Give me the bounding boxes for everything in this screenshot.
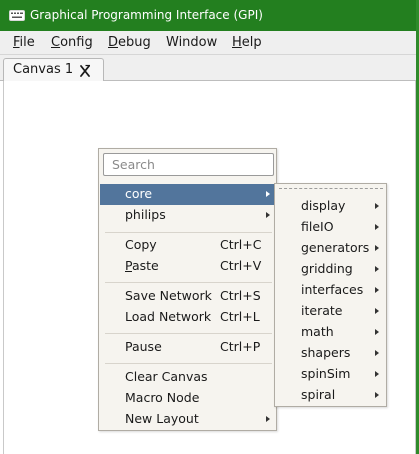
context-menu: core philips Copy Ctrl+C Paste Ctrl+V Sa…: [98, 148, 277, 431]
chevron-right-icon: [266, 191, 270, 197]
chevron-right-icon: [375, 392, 379, 398]
menu-separator: [105, 282, 272, 283]
app-icon: [9, 10, 25, 21]
chevron-right-icon: [375, 371, 379, 377]
menu-config[interactable]: Config: [51, 35, 93, 50]
menu-item-macro-node[interactable]: Macro Node: [100, 388, 276, 409]
chevron-right-icon: [375, 308, 379, 314]
shortcut-label: Ctrl+L: [220, 309, 260, 324]
chevron-right-icon: [266, 212, 270, 218]
submenu-item-shapers[interactable]: shapers: [276, 343, 386, 364]
submenu-item-gridding[interactable]: gridding: [276, 259, 386, 280]
menu-file[interactable]: File: [13, 35, 35, 50]
menu-item-paste[interactable]: Paste Ctrl+V: [100, 256, 276, 277]
menu-item-core[interactable]: core: [100, 184, 276, 205]
chevron-right-icon: [375, 266, 379, 272]
submenu-item-fileio[interactable]: fileIO: [276, 217, 386, 238]
chevron-right-icon: [375, 224, 379, 230]
chevron-right-icon: [375, 350, 379, 356]
menu-item-load-network[interactable]: Load Network Ctrl+L: [100, 307, 276, 328]
chevron-right-icon: [375, 287, 379, 293]
menu-separator: [105, 333, 272, 334]
close-icon[interactable]: [78, 64, 92, 78]
menu-separator: [105, 232, 272, 233]
chevron-right-icon: [375, 329, 379, 335]
menu-bar: File Config Debug Window Help: [0, 31, 419, 55]
menu-item-pause[interactable]: Pause Ctrl+P: [100, 337, 276, 358]
menu-item-save-network[interactable]: Save Network Ctrl+S: [100, 286, 276, 307]
submenu-item-math[interactable]: math: [276, 322, 386, 343]
chevron-right-icon: [375, 245, 379, 251]
submenu-item-generators[interactable]: generators: [276, 238, 386, 259]
shortcut-label: Ctrl+C: [220, 237, 262, 252]
window-title: Graphical Programming Interface (GPI): [30, 8, 263, 22]
submenu-item-interfaces[interactable]: interfaces: [276, 280, 386, 301]
tab-strip: Canvas 1: [0, 55, 419, 82]
submenu-item-iterate[interactable]: iterate: [276, 301, 386, 322]
menu-item-new-layout[interactable]: New Layout: [100, 409, 276, 430]
shortcut-label: Ctrl+P: [220, 339, 261, 354]
title-bar: Graphical Programming Interface (GPI): [0, 0, 419, 31]
tab-canvas-1[interactable]: Canvas 1: [3, 58, 104, 82]
submenu-core: display fileIO generators gridding inter…: [274, 183, 387, 407]
chevron-right-icon: [375, 203, 379, 209]
submenu-item-spinsim[interactable]: spinSim: [276, 364, 386, 385]
menu-item-philips[interactable]: philips: [100, 205, 276, 226]
menu-help[interactable]: Help: [232, 35, 262, 50]
menu-separator: [105, 363, 272, 364]
shortcut-label: Ctrl+V: [220, 258, 262, 273]
menu-debug[interactable]: Debug: [108, 35, 151, 50]
tear-off-handle[interactable]: [279, 188, 383, 189]
tab-label: Canvas 1: [13, 62, 74, 77]
menu-item-copy[interactable]: Copy Ctrl+C: [100, 235, 276, 256]
submenu-item-spiral[interactable]: spiral: [276, 385, 386, 406]
chevron-right-icon: [266, 416, 270, 422]
shortcut-label: Ctrl+S: [220, 288, 261, 303]
search-input[interactable]: [103, 153, 274, 176]
menu-window[interactable]: Window: [166, 35, 217, 50]
menu-item-clear-canvas[interactable]: Clear Canvas: [100, 367, 276, 388]
submenu-item-display[interactable]: display: [276, 196, 386, 217]
